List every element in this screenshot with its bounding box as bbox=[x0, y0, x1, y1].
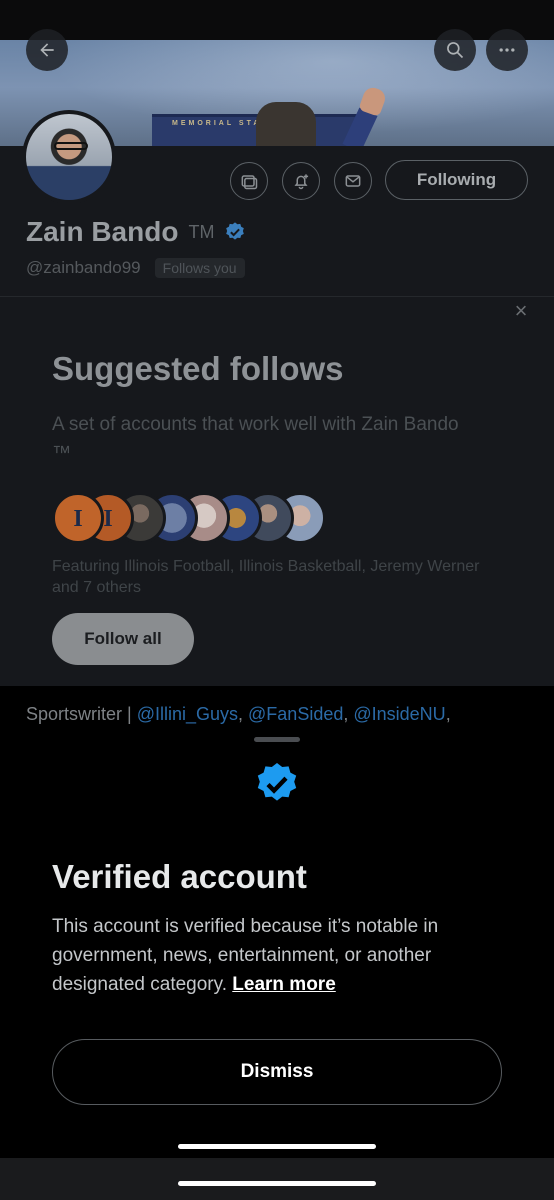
bio-text: Sportswriter | bbox=[26, 704, 137, 724]
media-icon[interactable] bbox=[230, 162, 268, 200]
home-indicator bbox=[178, 1144, 376, 1149]
profile-handle: @zainbando99 bbox=[26, 258, 141, 277]
profile-name-suffix: TM bbox=[188, 221, 215, 242]
envelope-icon[interactable] bbox=[334, 162, 372, 200]
following-button[interactable]: Following bbox=[385, 160, 528, 200]
profile-name: Zain Bando bbox=[26, 216, 179, 247]
more-icon[interactable] bbox=[486, 29, 528, 71]
profile-handle-row: @zainbando99 Follows you bbox=[26, 258, 245, 278]
bell-plus-icon[interactable] bbox=[282, 162, 320, 200]
verified-badge-icon[interactable] bbox=[224, 221, 246, 243]
follow-all-button[interactable]: Follow all bbox=[52, 613, 194, 665]
status-bar bbox=[0, 0, 554, 40]
bottom-bar bbox=[0, 1158, 554, 1200]
suggested-follows-title: Suggested follows bbox=[52, 350, 344, 387]
back-arrow-icon[interactable] bbox=[26, 29, 68, 71]
dismiss-button[interactable]: Dismiss bbox=[52, 1039, 502, 1105]
bio-separator: , bbox=[343, 704, 354, 724]
bio-link-insidenu[interactable]: @InsideNU bbox=[353, 704, 445, 724]
svg-text:I: I bbox=[73, 506, 82, 532]
follows-you-badge: Follows you bbox=[154, 258, 245, 278]
suggested-featuring-text: Featuring Illinois Football, Illinois Ba… bbox=[52, 558, 480, 596]
bio-separator: , bbox=[445, 704, 451, 724]
bio-separator: , bbox=[238, 704, 249, 724]
avatar[interactable] bbox=[22, 110, 116, 204]
sheet-title: Verified account bbox=[52, 858, 307, 895]
profile-name-row: Zain Bando TM bbox=[26, 216, 246, 248]
suggested-follows-description: A set of accounts that work well with Za… bbox=[52, 414, 459, 464]
bio-link-illini-guys[interactable]: @Illini_Guys bbox=[137, 704, 238, 724]
svg-text:I: I bbox=[103, 506, 112, 532]
close-icon[interactable]: × bbox=[510, 300, 532, 322]
learn-more-link[interactable]: Learn more bbox=[232, 974, 335, 995]
sheet-description: This account is verified because it’s no… bbox=[52, 912, 512, 999]
home-indicator bbox=[178, 1181, 376, 1186]
profile-bio: Sportswriter | @Illini_Guys, @FanSided, … bbox=[26, 704, 451, 725]
verified-badge-icon bbox=[253, 760, 301, 813]
avatar: I bbox=[52, 492, 104, 544]
bio-link-fansided[interactable]: @FanSided bbox=[248, 704, 343, 724]
sheet-grabber[interactable] bbox=[254, 737, 300, 742]
search-icon[interactable] bbox=[434, 29, 476, 71]
